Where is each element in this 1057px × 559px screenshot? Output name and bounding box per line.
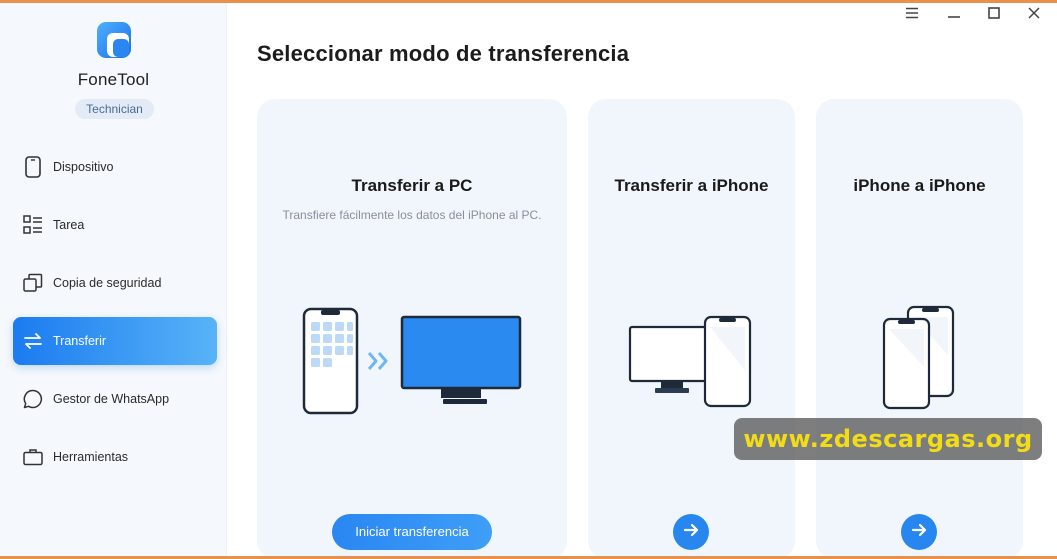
card-transfer-to-pc[interactable]: Transferir a PC Transfiere fácilmente lo… — [257, 99, 567, 559]
phone-to-phone-illustration — [882, 305, 957, 411]
next-arrow-button[interactable] — [901, 514, 937, 550]
card-transfer-to-iphone[interactable]: Transferir a iPhone — [588, 99, 795, 559]
chat-bubble-icon — [22, 388, 44, 410]
page-title: Seleccionar modo de transferencia — [257, 41, 630, 66]
menu-icon[interactable] — [901, 4, 923, 22]
sidebar-item-gestor-de-whatsapp[interactable]: Gestor de WhatsApp — [13, 375, 217, 423]
sidebar-item-herramientas[interactable]: Herramientas — [13, 433, 217, 481]
sidebar-item-copia-de-seguridad[interactable]: Copia de seguridad — [13, 259, 217, 307]
arrow-right-icon — [683, 523, 699, 542]
sidebar-item-label: Dispositivo — [53, 160, 114, 174]
task-list-icon — [22, 214, 44, 236]
pc-to-phone-illustration — [628, 315, 753, 410]
sidebar-item-label: Tarea — [53, 218, 85, 232]
sidebar-item-label: Transferir — [53, 334, 107, 348]
sidebar-item-dispositivo[interactable]: Dispositivo — [13, 143, 217, 191]
card-iphone-to-iphone[interactable]: iPhone a iPhone — [816, 99, 1023, 559]
app-name: FoneTool — [77, 70, 150, 89]
next-arrow-button[interactable] — [673, 514, 709, 550]
sidebar: FoneTool Technician Dispositivo Tarea Co… — [0, 3, 227, 556]
close-icon[interactable] — [1023, 4, 1045, 22]
edition-badge: Technician — [75, 99, 154, 119]
sidebar-item-label: Gestor de WhatsApp — [53, 392, 170, 406]
toolbox-icon — [22, 446, 44, 468]
sidebar-item-label: Herramientas — [53, 450, 129, 464]
start-transfer-button[interactable]: Iniciar transferencia — [332, 514, 492, 550]
watermark: www.zdescargas.org — [734, 418, 1042, 460]
backup-icon — [22, 272, 44, 294]
card-title: Transferir a PC — [351, 176, 473, 195]
transfer-icon — [22, 330, 44, 352]
arrow-right-icon — [911, 523, 927, 542]
minimize-icon[interactable] — [943, 4, 965, 22]
phone-icon — [22, 156, 44, 178]
card-title: Transferir a iPhone — [614, 176, 769, 195]
sidebar-item-tarea[interactable]: Tarea — [13, 201, 217, 249]
sidebar-item-label: Copia de seguridad — [53, 276, 162, 290]
sidebar-item-transferir[interactable]: Transferir — [13, 317, 217, 365]
phone-to-pc-illustration — [301, 307, 523, 417]
maximize-icon[interactable] — [983, 4, 1005, 22]
fonetool-logo — [96, 21, 132, 59]
card-description: Transfiere fácilmente los datos del iPho… — [282, 208, 542, 222]
card-title: iPhone a iPhone — [853, 176, 986, 195]
